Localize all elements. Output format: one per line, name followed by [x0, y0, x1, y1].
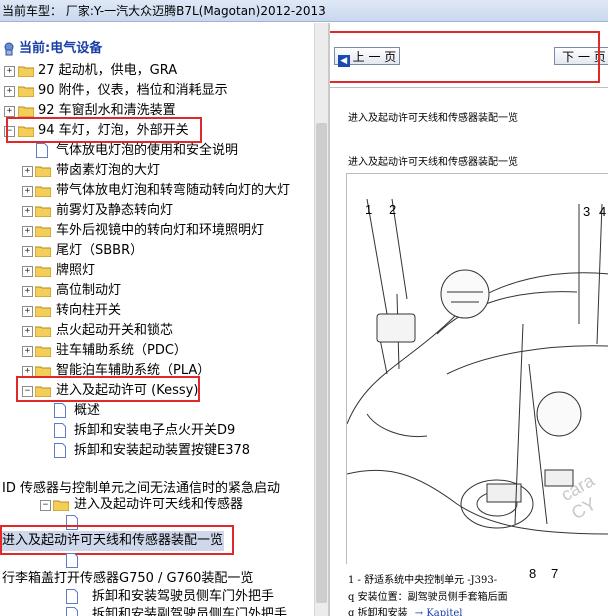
tree-item-label: 拆卸和安装驾驶员侧车门外把手 — [92, 589, 275, 604]
tree-item-label: 拆卸和安装副驾驶员侧车门外把手 — [92, 607, 288, 616]
tree-item-label: 前雾灯及静态转向灯 — [56, 203, 174, 218]
highlight-box — [16, 376, 200, 402]
page-icon — [36, 143, 48, 158]
tree-item-label: 车外后视镜中的转向灯和环境照明灯 — [56, 223, 265, 238]
folder-icon — [35, 246, 51, 257]
tree-panel: 当前:电气设备 + 27 起动机，供电，GRA + 90 附件，仪表，档位和消耗… — [0, 23, 314, 616]
tree-item-label: 尾灯（SBBR） — [56, 243, 144, 258]
expand-icon[interactable]: + — [4, 66, 15, 77]
expand-icon[interactable]: + — [22, 286, 33, 297]
tree-item-label: 进入及起动许可天线和传感器 — [74, 497, 244, 512]
folder-icon — [35, 266, 51, 277]
expand-icon[interactable]: + — [4, 106, 15, 117]
legend-line-3: q 拆卸和安装 → Kapitel — [348, 604, 463, 616]
expand-icon[interactable]: + — [22, 306, 33, 317]
folder-icon — [35, 306, 51, 317]
expand-icon[interactable]: + — [22, 246, 33, 257]
tree-item-label: 拆卸和安装电子点火开关D9 — [74, 423, 236, 438]
expand-icon[interactable]: + — [22, 266, 33, 277]
folder-icon — [18, 106, 34, 117]
tree-item-label: 拆卸和安装起动装置按键E378 — [74, 443, 251, 458]
tree-item-label: 气体放电灯泡的使用和安全说明 — [56, 143, 239, 158]
page-icon — [66, 589, 78, 604]
expand-icon[interactable]: + — [22, 206, 33, 217]
expand-icon[interactable]: + — [22, 346, 33, 357]
folder-icon — [35, 326, 51, 337]
tree-item-label: 转向柱开关 — [56, 303, 122, 318]
tree-item-label: 驻车辅助系统（PDC） — [56, 343, 187, 358]
folder-icon — [35, 286, 51, 297]
tree-root-label: 当前:电气设备 — [19, 41, 103, 56]
vehicle-info-icon — [4, 42, 14, 56]
folder-icon — [35, 166, 51, 177]
callout-4: 4 — [599, 204, 607, 219]
open-folder-icon — [53, 500, 69, 511]
highlight-box — [6, 117, 202, 143]
page-icon — [66, 607, 78, 616]
callout-1: 1 — [365, 202, 373, 217]
highlight-box — [0, 525, 234, 555]
collapse-icon[interactable]: − — [40, 500, 51, 511]
window-title: 当前车型： 厂家:Y-一汽大众迈腾B7L(Magotan)2012-2013 — [0, 0, 608, 22]
tree-item-label: 90 附件，仪表，档位和消耗显示 — [38, 83, 228, 98]
doc-heading-1: 进入及起动许可天线和传感器装配一览 — [348, 113, 518, 124]
expand-icon[interactable]: + — [22, 326, 33, 337]
callout-7: 7 — [551, 566, 559, 581]
highlight-box — [330, 31, 600, 83]
tree-item-label: 27 起动机，供电，GRA — [38, 63, 178, 78]
folder-icon — [35, 226, 51, 237]
page-icon — [54, 443, 66, 458]
folder-icon — [35, 206, 51, 217]
folder-icon — [35, 346, 51, 357]
document-panel: ◀ 上 一 页 下 一 页 进入及起动许可天线和传感器装配一览 进入及起动许可天线… — [330, 23, 608, 616]
tree-item-label: 牌照灯 — [56, 263, 96, 278]
expand-icon[interactable]: + — [22, 226, 33, 237]
tree-item-label: 点火起动开关和锁芯 — [56, 323, 174, 338]
tree-item-label: 带卤素灯泡的大灯 — [56, 163, 161, 178]
page-icon — [54, 403, 66, 418]
main-split: 当前:电气设备 + 27 起动机，供电，GRA + 90 附件，仪表，档位和消耗… — [0, 23, 608, 616]
tree-item-label: 带气体放电灯泡和转弯随动转向灯的大灯 — [56, 183, 291, 198]
tree-item-label: 概述 — [74, 403, 101, 418]
doc-heading-2: 进入及起动许可天线和传感器装配一览 — [348, 157, 518, 168]
kapitel-link[interactable]: → Kapitel — [415, 608, 463, 616]
figure-car-diagram: 1 2 3 4 8 7 cara CY — [346, 173, 608, 581]
legend-line-2: q 安装位置：副驾驶员侧手套箱后面 — [348, 592, 508, 603]
doc-rule — [330, 87, 608, 88]
page-icon — [66, 553, 78, 568]
folder-icon — [18, 66, 34, 77]
tree-scrollbar[interactable] — [314, 23, 329, 616]
callout-8: 8 — [529, 566, 537, 581]
folder-icon — [18, 86, 34, 97]
expand-icon[interactable]: + — [4, 86, 15, 97]
legend-line-1: 1 - 舒适系统中央控制单元 -J393- — [348, 575, 498, 586]
callout-2: 2 — [389, 202, 397, 217]
expand-icon[interactable]: + — [22, 166, 33, 177]
expand-icon[interactable]: + — [22, 186, 33, 197]
tree-item-label: 行李箱盖打开传感器G750 / G760装配一览 — [2, 571, 254, 586]
tree-item-label: 高位制动灯 — [56, 283, 122, 298]
folder-icon — [35, 186, 51, 197]
scrollbar-thumb[interactable] — [316, 123, 327, 603]
page-icon — [54, 423, 66, 438]
legend-line-3-text: q 拆卸和安装 — [348, 608, 408, 616]
callout-3: 3 — [583, 204, 591, 219]
